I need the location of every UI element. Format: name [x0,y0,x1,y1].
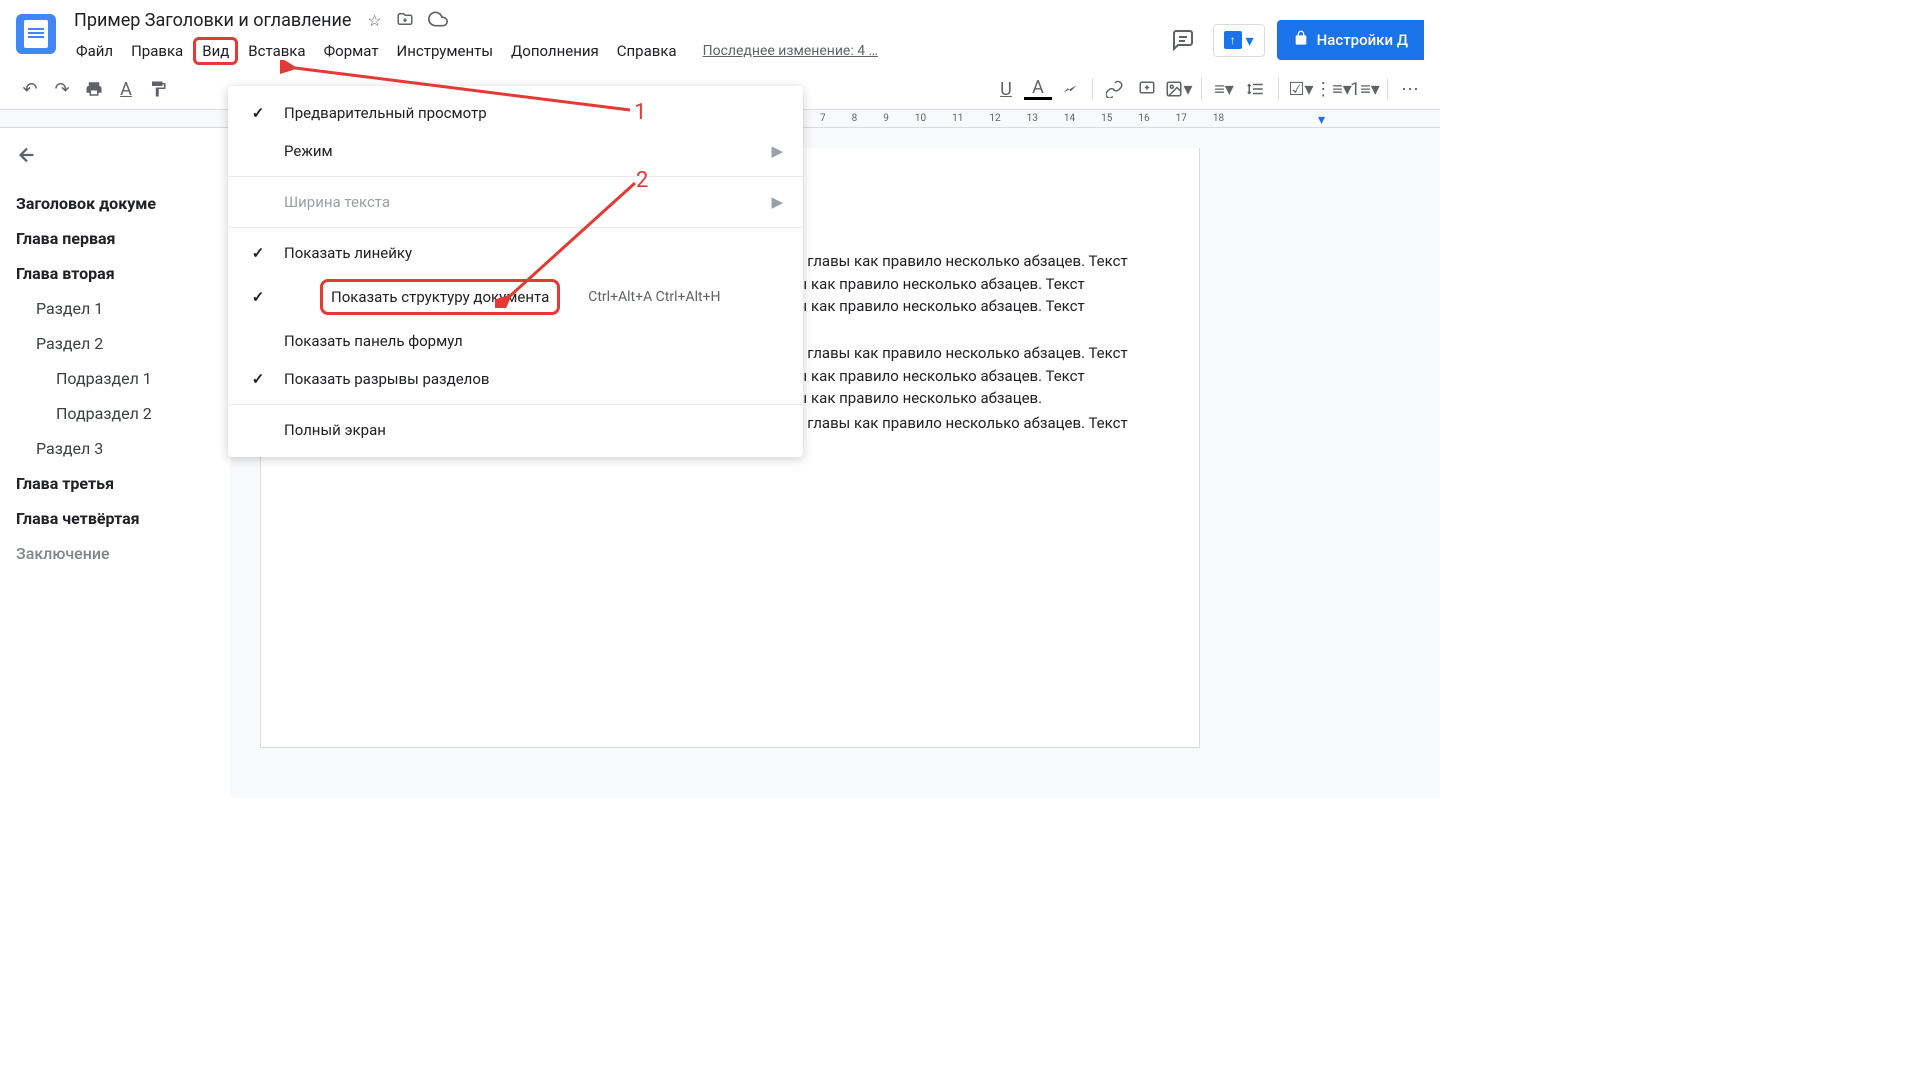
menu-addons[interactable]: Дополнения [503,38,607,64]
bullet-list-icon[interactable]: ⋮≡▾ [1319,75,1347,103]
present-button[interactable]: ↑ ▾ [1213,24,1265,57]
chevron-down-icon: ▾ [1246,31,1254,50]
undo-icon[interactable]: ↶ [16,75,44,103]
submenu-arrow-icon: ▶ [771,142,783,160]
outline-item[interactable]: Раздел 1 [16,291,230,326]
check-icon: ✓ [248,288,268,306]
menu-show-formula[interactable]: Показать панель формул [228,322,803,360]
check-icon: ✓ [248,244,268,262]
redo-icon[interactable]: ↷ [48,75,76,103]
menu-help[interactable]: Справка [609,38,685,64]
outline-item[interactable]: Заключение [16,536,230,571]
menu-bar: Файл Правка Вид Вставка Формат Инструмен… [68,37,1153,65]
submenu-arrow-icon: ▶ [771,193,783,211]
outline-back-icon[interactable] [16,144,230,170]
app-header: Пример Заголовки и оглавление ☆ Файл Пра… [0,0,1440,65]
insert-link-icon[interactable] [1101,75,1129,103]
view-dropdown-menu: ✓ Предварительный просмотр Режим ▶ Ширин… [228,86,803,457]
outline-item[interactable]: Раздел 3 [16,431,230,466]
menu-show-breaks[interactable]: ✓ Показать разрывы разделов [228,360,803,398]
move-folder-icon[interactable] [396,10,414,32]
menu-format[interactable]: Формат [316,38,387,64]
outline-panel: Заголовок докуме Глава первая Глава втор… [0,128,230,798]
outline-item[interactable]: Глава четвёртая [16,501,230,536]
highlight-color-icon[interactable] [1056,75,1084,103]
outline-item[interactable]: Глава вторая [16,256,230,291]
menu-view[interactable]: Вид [193,37,238,65]
cloud-status-icon[interactable] [428,9,448,33]
numbered-list-icon[interactable]: 1≡▾ [1351,75,1379,103]
last-edit-link[interactable]: Последнее изменение: 4 … [703,43,878,59]
menu-show-ruler[interactable]: ✓ Показать линейку [228,234,803,272]
outline-item[interactable]: Глава третья [16,466,230,501]
print-icon[interactable] [80,75,108,103]
spellcheck-icon[interactable]: A [112,75,140,103]
outline-item[interactable]: Раздел 2 [16,326,230,361]
ruler-marker-icon[interactable]: ▾ [1318,112,1325,128]
outline-item[interactable]: Подраздел 2 [16,396,230,431]
check-icon: ✓ [248,370,268,388]
outline-item[interactable]: Подраздел 1 [16,361,230,396]
add-comment-icon[interactable] [1133,75,1161,103]
menu-fullscreen[interactable]: Полный экран [228,411,803,449]
underline-icon[interactable]: U [992,75,1020,103]
menu-mode[interactable]: Режим ▶ [228,132,803,170]
paint-format-icon[interactable] [144,75,172,103]
align-icon[interactable]: ≡▾ [1210,75,1238,103]
outline-item[interactable]: Заголовок докуме [16,186,230,221]
menu-text-width: Ширина текста ▶ [228,183,803,221]
share-settings-button[interactable]: Настройки Д [1277,20,1424,60]
menu-insert[interactable]: Вставка [240,38,313,64]
star-icon[interactable]: ☆ [367,11,381,30]
menu-preview[interactable]: ✓ Предварительный просмотр [228,94,803,132]
menu-show-outline[interactable]: ✓ Показать структуру документа Ctrl+Alt+… [228,272,803,322]
document-title[interactable]: Пример Заголовки и оглавление [68,8,357,33]
comments-icon[interactable] [1165,22,1201,58]
lock-icon [1293,30,1309,50]
more-icon[interactable]: ⋯ [1396,75,1424,103]
outline-item[interactable]: Глава первая [16,221,230,256]
menu-edit[interactable]: Правка [123,38,191,64]
text-color-icon[interactable]: A [1024,78,1052,100]
checklist-icon[interactable]: ☑▾ [1287,75,1315,103]
line-spacing-icon[interactable] [1242,75,1270,103]
docs-logo[interactable] [16,14,56,54]
keyboard-shortcut: Ctrl+Alt+A Ctrl+Alt+H [588,289,720,305]
menu-file[interactable]: Файл [68,38,121,64]
check-icon: ✓ [248,104,268,122]
menu-tools[interactable]: Инструменты [389,38,501,64]
insert-image-icon[interactable]: ▾ [1165,75,1193,103]
